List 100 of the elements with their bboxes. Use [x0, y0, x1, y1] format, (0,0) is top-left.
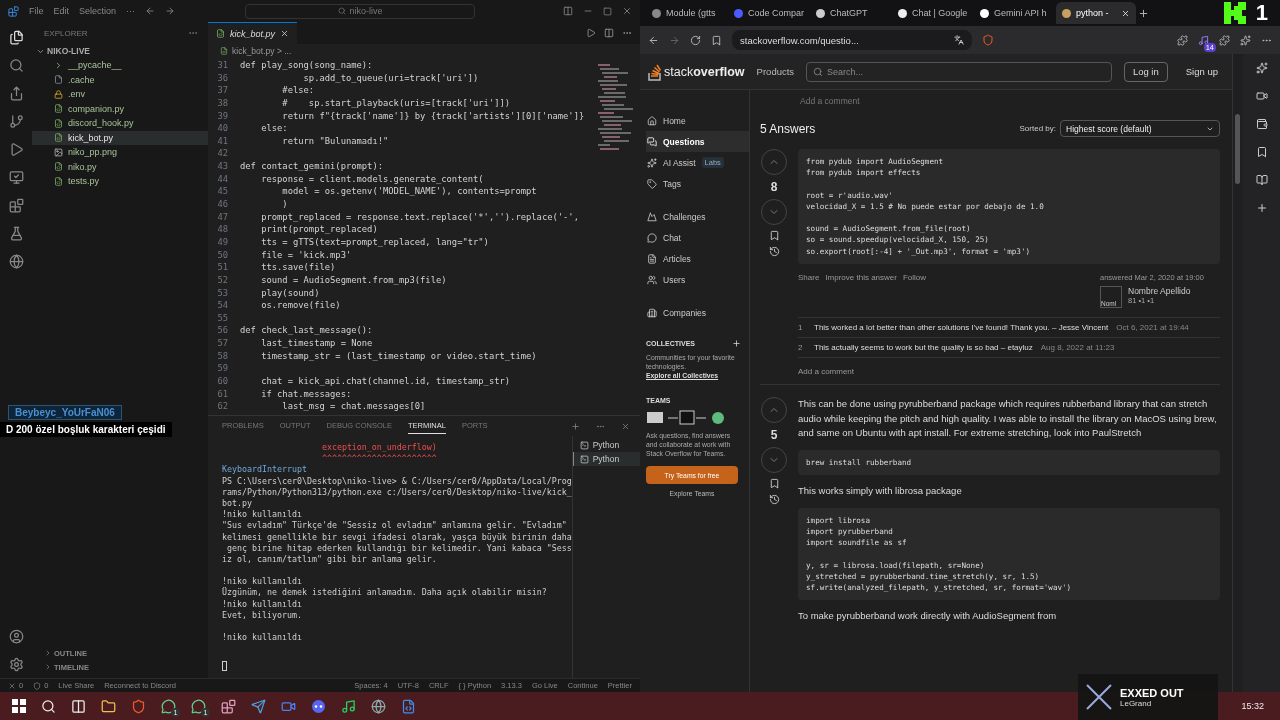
nav-item[interactable]: Tags — [646, 173, 749, 194]
history-icon[interactable] — [768, 493, 780, 505]
game-app-icon[interactable] — [311, 698, 326, 714]
answer-action-link[interactable]: Share — [798, 272, 820, 282]
search-icon[interactable] — [8, 58, 24, 73]
browser-icon[interactable] — [131, 698, 146, 714]
explorer-entry[interactable]: niko.py — [32, 159, 208, 174]
source-control-icon[interactable] — [8, 114, 24, 129]
share-icon[interactable] — [8, 86, 24, 101]
nav-item[interactable]: Questions — [646, 131, 749, 152]
folder-row[interactable]: NIKO-LIVE — [32, 44, 208, 58]
track-title: EXXED OUT — [1120, 686, 1184, 699]
site-logo[interactable]: stackoverflow — [648, 62, 745, 81]
wallet-icon[interactable] — [1255, 118, 1268, 130]
products-link[interactable]: Products — [756, 66, 795, 77]
send-icon[interactable] — [251, 698, 266, 714]
explorer-icon[interactable] — [8, 30, 24, 45]
explorer-entry[interactable]: __pycache__ — [32, 58, 208, 73]
sparkles-icon[interactable] — [1255, 62, 1268, 74]
explorer-entry[interactable]: .cache — [32, 72, 208, 87]
task-view-icon[interactable] — [71, 698, 86, 714]
explorer-entry[interactable]: kick_bot.py — [32, 130, 208, 145]
search-icon[interactable] — [41, 698, 56, 714]
extension-icon[interactable] — [1198, 34, 1209, 46]
chat-app-icon[interactable] — [161, 698, 176, 714]
extension-icon[interactable] — [1177, 34, 1188, 46]
browser-tab[interactable]: ChatGPT — [810, 2, 890, 24]
nav-item[interactable]: Home — [646, 110, 749, 131]
extensions-icon[interactable] — [8, 198, 24, 213]
sparkles-icon[interactable] — [1240, 34, 1251, 46]
close-icon[interactable] — [622, 6, 632, 16]
video-icon[interactable] — [1255, 90, 1268, 102]
add-icon[interactable] — [732, 339, 741, 348]
maximize-icon[interactable] — [603, 6, 612, 16]
account-icon[interactable] — [8, 629, 24, 644]
menu-item[interactable]: Selection — [79, 6, 117, 16]
nav-item[interactable]: Challenges — [646, 206, 749, 227]
close-icon[interactable] — [280, 29, 290, 38]
flask-icon[interactable] — [8, 226, 24, 241]
new-tab-icon[interactable] — [1138, 7, 1149, 19]
command-search-field[interactable]: niko-live — [245, 3, 476, 19]
settings-icon[interactable] — [8, 657, 24, 672]
chat-app-icon[interactable] — [191, 698, 206, 714]
editor-tab[interactable]: kick_bot.py — [208, 22, 298, 44]
close-icon[interactable] — [1121, 8, 1130, 18]
menu-item[interactable]: File — [29, 6, 44, 16]
terminal-item[interactable]: Python — [572, 438, 640, 452]
explorer-entry[interactable]: discord_hook.py — [32, 116, 208, 131]
music-icon[interactable] — [341, 698, 356, 714]
browser-tab[interactable]: Module (gtts — [646, 2, 726, 24]
user-name-link[interactable]: Nombre Apellido — [1128, 285, 1191, 296]
back-icon[interactable] — [145, 6, 156, 16]
history-icon[interactable] — [768, 246, 780, 257]
globe-icon[interactable] — [8, 254, 24, 269]
windows-start-icon[interactable] — [12, 699, 26, 713]
browser-tab[interactable]: Code Compar — [728, 2, 808, 24]
terminal-item[interactable]: Python — [572, 452, 640, 466]
explorer-entry[interactable]: niko_pp.png — [32, 145, 208, 160]
nav-item[interactable]: Chat — [646, 227, 749, 248]
explorer-entry[interactable]: .env — [32, 87, 208, 102]
extensions-icon[interactable] — [1219, 34, 1230, 46]
add-icon[interactable] — [1255, 202, 1268, 214]
bookmark-icon[interactable] — [711, 34, 722, 46]
menu-item[interactable]: ··· — [126, 6, 136, 16]
run-icon[interactable] — [8, 142, 24, 157]
sort-select[interactable]: Highest score (default) — [1060, 120, 1220, 137]
bookmark-icon[interactable] — [1255, 146, 1268, 158]
login-button[interactable]: Log in — [1123, 61, 1168, 82]
answer-action-link[interactable]: Improve this answer — [825, 272, 897, 282]
back-icon[interactable] — [648, 34, 659, 46]
browser-tab[interactable]: python - — [1056, 2, 1136, 24]
shield-icon[interactable] — [982, 34, 994, 46]
nav-item[interactable]: Users — [646, 269, 749, 290]
menu-item[interactable]: Edit — [53, 6, 70, 16]
app-icon[interactable] — [221, 698, 236, 714]
signup-button[interactable]: Sign up — [1179, 61, 1224, 82]
bookmark-icon[interactable] — [768, 230, 780, 241]
explorer-entry[interactable]: companion.py — [32, 101, 208, 116]
search-field[interactable]: Search... — [806, 61, 1112, 82]
bookmark-icon[interactable] — [768, 477, 780, 489]
code-editor-icon[interactable] — [401, 698, 416, 714]
reading-list-icon[interactable] — [1255, 174, 1268, 186]
reload-icon[interactable] — [690, 34, 701, 46]
browser-tab[interactable]: Gemini API h — [974, 2, 1054, 24]
run-icon[interactable] — [586, 28, 596, 38]
folder-icon[interactable] — [101, 698, 116, 714]
explorer-entry[interactable]: tests.py — [32, 174, 208, 189]
add-terminal-icon[interactable] — [571, 421, 580, 431]
nav-item[interactable]: Companies — [646, 302, 749, 323]
nav-item[interactable]: Articles — [646, 248, 749, 269]
layout-icon[interactable] — [563, 6, 573, 16]
add-comment-link[interactable]: Add a comment — [760, 90, 1220, 106]
browser-tab[interactable]: Chat | Google — [892, 2, 972, 24]
add-comment-link[interactable]: Add a comment — [798, 366, 1220, 376]
split-icon[interactable] — [604, 28, 614, 38]
address-bar[interactable]: stackoverflow.com/questio... — [732, 30, 972, 50]
globe-icon[interactable] — [371, 698, 386, 714]
remote-icon[interactable] — [8, 170, 24, 185]
forward-icon[interactable] — [165, 6, 176, 16]
answer-action-link[interactable]: Follow — [902, 272, 927, 282]
